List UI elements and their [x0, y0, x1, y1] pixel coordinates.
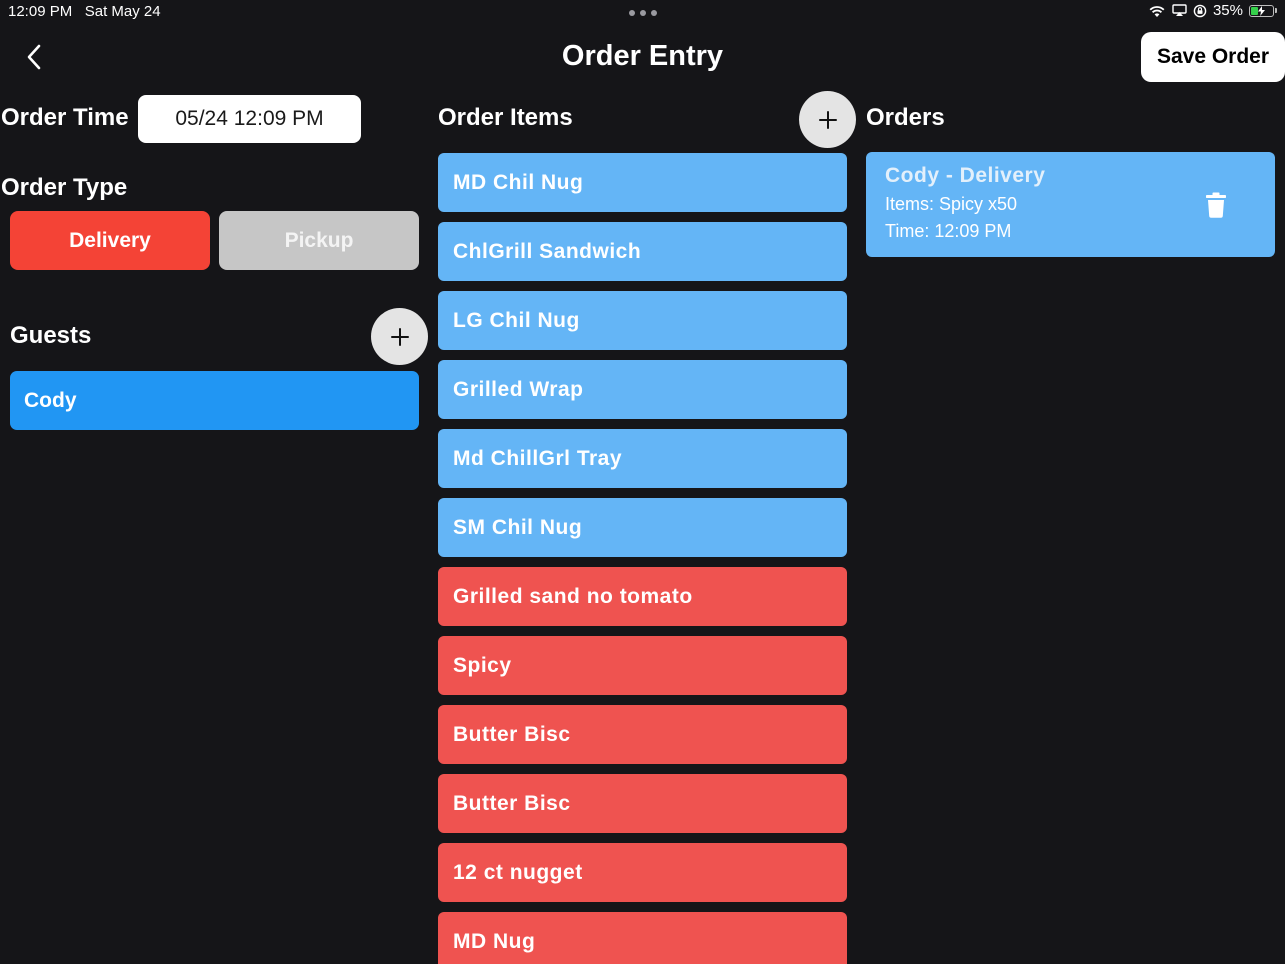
order-items-label: Order Items: [438, 104, 573, 131]
wifi-icon: [1149, 5, 1165, 17]
order-item[interactable]: SM Chil Nug: [438, 498, 847, 557]
order-card-items: Items: Spicy x50: [885, 194, 1018, 214]
multitasking-dots-icon[interactable]: [629, 8, 657, 18]
plus-icon: [390, 327, 409, 346]
orientation-lock-icon: [1193, 4, 1207, 17]
order-entry-screen: 12:09 PM Sat May 24 35% Order Entry Save…: [0, 0, 1285, 964]
save-order-button[interactable]: Save Order: [1141, 32, 1285, 82]
order-item[interactable]: Grilled Wrap: [438, 360, 847, 419]
status-bar-time: 12:09 PM Sat May 24: [8, 3, 161, 20]
order-card-title: Cody - Delivery: [885, 164, 1046, 187]
delivery-button[interactable]: Delivery: [10, 211, 210, 270]
guest-item-cody[interactable]: Cody: [10, 371, 419, 430]
pickup-button[interactable]: Pickup: [219, 211, 419, 270]
battery-tip: [1275, 8, 1277, 13]
order-card[interactable]: Cody - Delivery Items: Spicy x50 Time: 1…: [866, 152, 1275, 257]
order-item[interactable]: LG Chil Nug: [438, 291, 847, 350]
status-bar-indicators: 35%: [1148, 2, 1277, 19]
order-item[interactable]: ChlGrill Sandwich: [438, 222, 847, 281]
page-title: Order Entry: [561, 40, 724, 72]
status-date: Sat May 24: [84, 3, 161, 20]
order-item[interactable]: MD Chil Nug: [438, 153, 847, 212]
guests-label: Guests: [10, 322, 92, 349]
battery-percent: 35%: [1212, 2, 1243, 19]
order-type-label: Order Type: [1, 174, 128, 201]
screen-mirror-icon: [1172, 4, 1187, 16]
battery-charging-icon: [1249, 4, 1274, 17]
plus-icon: [818, 110, 837, 129]
order-time-label: Order Time: [1, 104, 129, 131]
order-item[interactable]: Md ChillGrl Tray: [438, 429, 847, 488]
order-card-time: Time: 12:09 PM: [885, 221, 1012, 241]
order-item[interactable]: Butter Bisc: [438, 705, 847, 764]
order-item[interactable]: Spicy: [438, 636, 847, 695]
orders-label: Orders: [866, 104, 945, 131]
add-order-item-button[interactable]: [799, 91, 856, 148]
order-item[interactable]: Butter Bisc: [438, 774, 847, 833]
order-time-picker[interactable]: 05/24 12:09 PM: [138, 95, 361, 143]
order-item[interactable]: MD Nug: [438, 912, 847, 964]
order-item[interactable]: 12 ct nugget: [438, 843, 847, 902]
trash-icon[interactable]: [1205, 192, 1227, 218]
order-items-list: MD Chil Nug ChlGrill Sandwich LG Chil Nu…: [438, 153, 847, 964]
add-guest-button[interactable]: [371, 308, 428, 365]
status-time: 12:09 PM: [8, 3, 73, 20]
order-item[interactable]: Grilled sand no tomato: [438, 567, 847, 626]
